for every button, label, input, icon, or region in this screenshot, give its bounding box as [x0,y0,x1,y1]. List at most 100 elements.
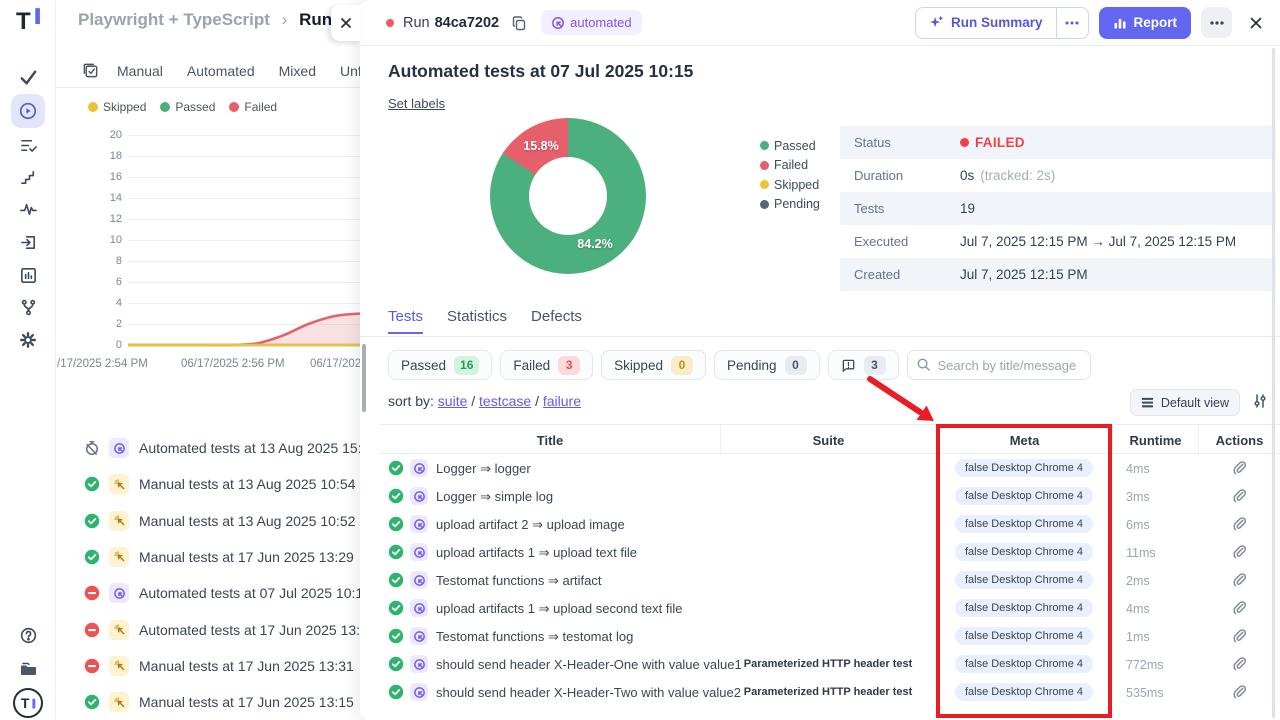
run-list-item[interactable]: Manual tests at 17 Jun 2025 13:31from [56,652,362,680]
run-id: 84ca7202 [435,15,500,31]
runs-tab-unfinished[interactable]: Unfinished [340,63,362,79]
attachment-icon[interactable] [1232,516,1247,531]
report-button[interactable]: Report [1099,7,1192,39]
projects-icon[interactable] [11,654,45,684]
column-header-meta[interactable]: Meta [936,425,1112,455]
run-list-item[interactable]: Automated tests at 07 Jul 2025 10:15 [56,579,362,607]
attachment-icon[interactable] [1232,656,1247,671]
search-input[interactable] [907,350,1091,380]
report-chart-icon [1113,16,1127,30]
test-row[interactable]: upload artifacts 1 ⇒ upload text filefal… [380,538,1280,566]
run-item-title: Automated tests at 17 Jun 2025 13:30 [139,622,362,638]
meta-pill: false Desktop Chrome 4 [955,459,1093,477]
pending-dot [760,200,769,209]
test-runtime: 3ms [1126,490,1150,504]
attachment-icon[interactable] [1232,684,1247,699]
attachment-icon[interactable] [1232,544,1247,559]
tab-defects[interactable]: Defects [531,308,582,332]
passed-status-icon [84,549,100,565]
filter-chip-skipped[interactable]: Skipped0 [601,350,706,380]
more-actions-button[interactable] [1201,7,1232,38]
set-labels-link[interactable]: Set labels [388,96,445,111]
runs-filter-tabs: Manual Automated Mixed Unfinished [56,54,362,88]
profile-avatar[interactable]: T▐ [11,688,45,718]
column-header-title[interactable]: Title [380,425,720,455]
info-row-executed: ExecutedJul 7, 2025 12:15 PM → Jul 7, 20… [840,225,1276,258]
attachment-icon[interactable] [1232,572,1247,587]
info-label: Created [840,267,960,282]
filter-chip-pending[interactable]: Pending0 [714,350,820,380]
run-item-title: Automated tests at 07 Jul 2025 10:15 [139,585,362,601]
test-row[interactable]: Logger ⇒ loggerfalse Desktop Chrome 44ms [380,454,1280,482]
column-header-suite[interactable]: Suite [720,425,936,455]
run-item-title: Manual tests at 13 Aug 2025 10:54 [139,476,355,492]
test-row[interactable]: should send header X-Header-One with val… [380,650,1280,678]
close-icon[interactable] [1248,15,1264,31]
run-list-item[interactable]: Automated tests at 17 Jun 2025 13:30 [56,616,362,644]
run-list-item[interactable]: Manual tests at 13 Aug 2025 10:542 [56,470,362,498]
meta-pill: false Desktop Chrome 4 [955,487,1093,505]
attachment-icon[interactable] [1232,600,1247,615]
filter-chip-comment[interactable]: 3 [828,350,899,380]
filter-chip-failed[interactable]: Failed3 [500,350,593,380]
analytics-icon[interactable] [11,260,45,290]
pulse-icon[interactable] [11,194,45,224]
test-row[interactable]: upload artifacts 1 ⇒ upload second text … [380,594,1280,622]
view-settings-icon[interactable] [1252,393,1268,409]
steps-icon[interactable] [11,162,45,192]
tab-tests[interactable]: Tests [388,308,423,334]
test-row[interactable]: Logger ⇒ simple logfalse Desktop Chrome … [380,482,1280,510]
detail-scrollbar[interactable] [1272,48,1275,718]
runs-icon[interactable] [11,94,45,128]
attachment-icon[interactable] [1232,460,1247,475]
runs-tab-mixed[interactable]: Mixed [279,63,316,79]
sort-link-testcase[interactable]: testcase [479,393,531,409]
runs-tab-manual[interactable]: Manual [117,63,163,79]
passed-status-icon [388,488,404,504]
sort-link-suite[interactable]: suite [438,393,468,409]
run-summary-button[interactable]: Run Summary [916,8,1056,38]
automated-icon [551,16,565,30]
run-list-item[interactable]: Manual tests at 13 Aug 2025 10:52from [56,507,362,535]
branches-icon[interactable] [11,292,45,322]
automated-run-icon [109,583,129,603]
app-logo[interactable]: T▐ [0,8,56,36]
run-list-item[interactable]: Manual tests at 17 Jun 2025 13:29from [56,543,362,571]
all-runs-icon[interactable] [82,62,99,79]
breadcrumb-project[interactable]: Playwright + TypeScript [78,10,270,29]
attachment-icon[interactable] [1232,628,1247,643]
meta-pill: false Desktop Chrome 4 [955,543,1093,561]
manual-run-icon [109,511,129,531]
settings-icon[interactable] [11,325,45,355]
attachment-icon[interactable] [1232,488,1247,503]
test-plan-icon[interactable] [11,130,45,160]
tick-icon[interactable] [11,62,45,92]
tab-statistics[interactable]: Statistics [447,308,507,332]
run-summary-more-button[interactable] [1056,8,1088,38]
run-list-item[interactable]: Automated tests at 13 Aug 2025 15:53 [56,434,362,462]
test-row[interactable]: should send header X-Header-Two with val… [380,678,1280,706]
default-view-button[interactable]: Default view [1130,389,1240,416]
panel-close-button[interactable] [331,5,361,41]
test-actions [1198,684,1280,704]
search-box [907,350,1091,380]
pending-status-icon [84,440,100,456]
column-header-runtime[interactable]: Runtime [1112,425,1198,455]
run-info-table: StatusFAILEDDuration0s(tracked: 2s)Tests… [840,126,1276,291]
run-list-item[interactable]: Manual tests at 17 Jun 2025 13:15from [56,688,362,716]
sort-link-failure[interactable]: failure [543,393,581,409]
import-icon[interactable] [11,227,45,257]
runs-list-scrollbar[interactable] [362,344,366,412]
runs-tab-automated[interactable]: Automated [187,63,255,79]
filter-chip-passed[interactable]: Passed16 [388,350,492,380]
automated-badge[interactable]: automated [541,10,641,35]
test-row[interactable]: Testomat functions ⇒ artifactfalse Deskt… [380,566,1280,594]
passed-status-icon [84,476,100,492]
test-meta: false Desktop Chrome 4 [936,654,1112,673]
test-row[interactable]: Testomat functions ⇒ testomat logfalse D… [380,622,1280,650]
test-row[interactable]: upload artifact 2 ⇒ upload imagefalse De… [380,510,1280,538]
column-header-actions[interactable]: Actions [1198,425,1280,455]
help-icon[interactable] [11,620,45,650]
copy-icon[interactable] [511,15,527,31]
donut-hole [529,157,607,235]
